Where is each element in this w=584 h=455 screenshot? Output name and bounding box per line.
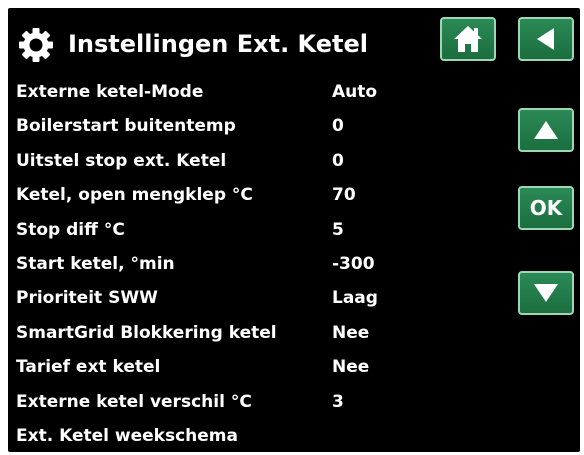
down-arrow-icon bbox=[534, 284, 558, 302]
home-icon bbox=[454, 26, 482, 52]
setting-label: Tarief ext ketel bbox=[16, 357, 161, 378]
setting-label: Externe ketel verschil °C bbox=[16, 391, 252, 412]
setting-value: -300 bbox=[332, 253, 375, 274]
settings-row-ext-boiler-week-schedule[interactable]: Ext. Ketel weekschema bbox=[8, 419, 508, 452]
setting-label: Ketel, open mengklep °C bbox=[16, 185, 253, 206]
setting-value: Nee bbox=[332, 322, 370, 343]
setting-value: 70 bbox=[332, 185, 356, 206]
back-arrow-icon bbox=[537, 28, 554, 50]
setting-label: Ext. Ketel weekschema bbox=[16, 425, 238, 446]
settings-row-external-boiler-difference[interactable]: Externe ketel verschil °C 3 bbox=[8, 385, 508, 419]
ok-label: OK bbox=[529, 196, 563, 220]
scroll-down-button[interactable] bbox=[518, 271, 574, 315]
scroll-up-button[interactable] bbox=[518, 108, 574, 152]
setting-label: Boilerstart buitentemp bbox=[16, 116, 236, 137]
settings-row-external-boiler-mode[interactable]: Externe ketel-Mode Auto bbox=[8, 75, 508, 109]
gear-icon bbox=[19, 28, 53, 62]
setting-value: Nee bbox=[332, 357, 370, 378]
setting-value: 3 bbox=[332, 391, 344, 412]
page-title: Instellingen Ext. Ketel bbox=[68, 30, 368, 58]
setting-label: SmartGrid Blokkering ketel bbox=[16, 322, 277, 343]
setting-value: Auto bbox=[332, 82, 378, 102]
settings-row-smartgrid-block-boiler[interactable]: SmartGrid Blokkering ketel Nee bbox=[8, 316, 508, 350]
setting-value: 0 bbox=[332, 150, 344, 171]
setting-value: 5 bbox=[332, 219, 344, 240]
settings-row-start-boiler-degree-min[interactable]: Start ketel, °min -300 bbox=[8, 247, 508, 281]
header: Instellingen Ext. Ketel bbox=[8, 8, 580, 74]
settings-row-priority-dhw[interactable]: Prioriteit SWW Laag bbox=[8, 281, 508, 315]
settings-row-boiler-start-outdoor-temp[interactable]: Boilerstart buitentemp 0 bbox=[8, 109, 508, 143]
home-button[interactable] bbox=[440, 17, 496, 61]
setting-label: Prioriteit SWW bbox=[16, 288, 158, 309]
back-button[interactable] bbox=[518, 17, 574, 61]
display-panel: Instellingen Ext. Ketel OK Externe ketel… bbox=[8, 8, 580, 452]
setting-label: Start ketel, °min bbox=[16, 253, 175, 274]
setting-label: Stop diff °C bbox=[16, 219, 125, 240]
ok-button[interactable]: OK bbox=[518, 186, 574, 230]
up-arrow-icon bbox=[534, 121, 558, 139]
settings-row-stop-diff[interactable]: Stop diff °C 5 bbox=[8, 213, 508, 247]
settings-row-delay-stop-ext-boiler[interactable]: Uitstel stop ext. Ketel 0 bbox=[8, 144, 508, 178]
settings-list: Externe ketel-Mode Auto Boilerstart buit… bbox=[8, 75, 508, 452]
screen: Instellingen Ext. Ketel OK Externe ketel… bbox=[0, 0, 584, 455]
setting-label: Externe ketel-Mode bbox=[16, 82, 204, 102]
settings-row-boiler-open-mixing-valve[interactable]: Ketel, open mengklep °C 70 bbox=[8, 178, 508, 212]
settings-row-tariff-ext-boiler[interactable]: Tarief ext ketel Nee bbox=[8, 350, 508, 384]
setting-value: Laag bbox=[332, 288, 378, 309]
setting-value: 0 bbox=[332, 116, 344, 137]
setting-label: Uitstel stop ext. Ketel bbox=[16, 150, 227, 171]
